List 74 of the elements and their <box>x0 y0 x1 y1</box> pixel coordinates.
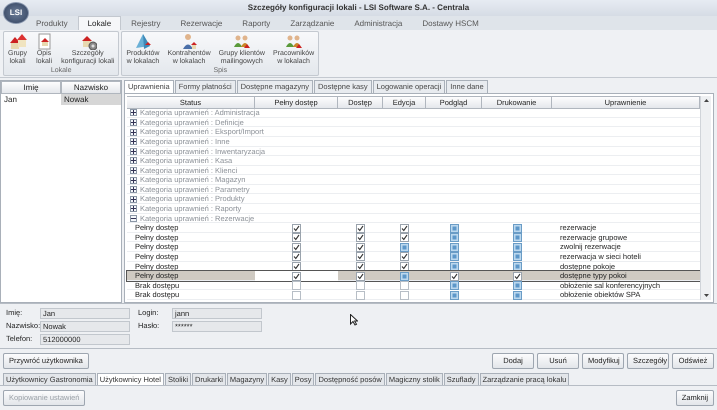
user-row[interactable]: Jan Nowak <box>1 94 121 106</box>
expand-icon[interactable] <box>130 186 137 194</box>
checked-checkbox[interactable] <box>356 242 365 252</box>
checked-checkbox[interactable] <box>400 262 409 271</box>
expand-icon[interactable] <box>130 196 137 203</box>
checked-checkbox[interactable] <box>400 233 409 242</box>
ribbon-tab[interactable]: Lokale <box>78 16 122 30</box>
indeterminate-checkbox[interactable] <box>450 281 458 290</box>
expand-icon[interactable] <box>130 205 137 212</box>
checkbox[interactable] <box>400 281 409 290</box>
indeterminate-checkbox[interactable] <box>512 281 522 290</box>
ribbon-tab[interactable]: Dostawy HSCM <box>412 16 489 30</box>
indeterminate-checkbox[interactable] <box>512 262 522 271</box>
expand-icon[interactable] <box>130 128 137 136</box>
ribbon-tab[interactable]: Produkty <box>26 16 78 30</box>
ribbon-tab[interactable]: Rejestry <box>121 16 170 30</box>
expand-icon[interactable] <box>130 119 137 126</box>
indeterminate-checkbox[interactable] <box>450 290 458 300</box>
ribbon-tab[interactable]: Raporty <box>232 16 280 30</box>
checked-checkbox[interactable] <box>356 224 365 233</box>
indeterminate-checkbox[interactable] <box>400 272 409 281</box>
indeterminate-checkbox[interactable] <box>450 262 458 271</box>
expand-icon[interactable] <box>130 138 137 146</box>
table-cell: Jan <box>1 94 61 106</box>
expand-icon[interactable] <box>130 166 137 174</box>
indeterminate-checkbox[interactable] <box>512 242 522 252</box>
checked-checkbox[interactable] <box>356 262 365 271</box>
checked-checkbox[interactable] <box>292 233 301 242</box>
scrollbar[interactable] <box>700 96 711 300</box>
pyramid-icon <box>134 33 152 50</box>
checked-checkbox[interactable] <box>356 233 365 242</box>
app-logo[interactable]: LSI <box>3 2 29 24</box>
indeterminate-checkbox[interactable] <box>400 242 409 252</box>
checked-checkbox[interactable] <box>292 242 301 252</box>
checked-checkbox[interactable] <box>292 224 301 233</box>
checked-checkbox[interactable] <box>292 272 301 281</box>
indeterminate-checkbox[interactable] <box>512 290 522 300</box>
checked-checkbox[interactable] <box>356 272 365 281</box>
ribbon-tab[interactable]: Rezerwacje <box>170 16 232 30</box>
indeterminate-checkbox[interactable] <box>450 252 458 262</box>
checkbox[interactable] <box>292 290 301 300</box>
expand-icon[interactable] <box>130 157 137 164</box>
person-icon <box>180 33 198 50</box>
indeterminate-checkbox[interactable] <box>512 252 522 262</box>
checkbox[interactable] <box>356 281 365 290</box>
column-header[interactable]: Imię <box>1 81 61 94</box>
houses-icon <box>8 33 27 50</box>
checked-checkbox[interactable] <box>356 252 365 262</box>
expand-icon[interactable] <box>130 148 137 155</box>
checkbox[interactable] <box>356 290 365 300</box>
checked-checkbox[interactable] <box>400 252 409 262</box>
indeterminate-checkbox[interactable] <box>512 224 522 233</box>
collapse-icon[interactable] <box>130 214 137 222</box>
column-header[interactable]: Nazwisko <box>61 81 121 94</box>
ribbon-tab[interactable]: Zarządzanie <box>280 16 344 30</box>
indeterminate-checkbox[interactable] <box>450 224 458 233</box>
indeterminate-checkbox[interactable] <box>450 233 458 242</box>
indeterminate-checkbox[interactable] <box>512 233 522 242</box>
checked-checkbox[interactable] <box>292 252 301 262</box>
expand-icon[interactable] <box>130 109 137 116</box>
checked-checkbox[interactable] <box>450 272 458 281</box>
window-title: Szczegóły konfiguracji lokali - LSI Software S.A. - Centrala <box>248 2 470 14</box>
ribbon-tab[interactable]: Administracja <box>344 16 412 30</box>
indeterminate-checkbox[interactable] <box>450 242 458 252</box>
people-icon <box>232 33 251 50</box>
checked-checkbox[interactable] <box>292 262 301 271</box>
mouse-cursor-icon <box>350 314 358 326</box>
table-cell-text: Nowak <box>63 94 88 106</box>
checked-checkbox[interactable] <box>512 272 522 281</box>
checkbox[interactable] <box>292 281 301 290</box>
checked-checkbox[interactable] <box>400 224 409 233</box>
people-icon <box>284 33 303 50</box>
expand-icon[interactable] <box>130 176 137 184</box>
checkbox[interactable] <box>400 290 409 300</box>
